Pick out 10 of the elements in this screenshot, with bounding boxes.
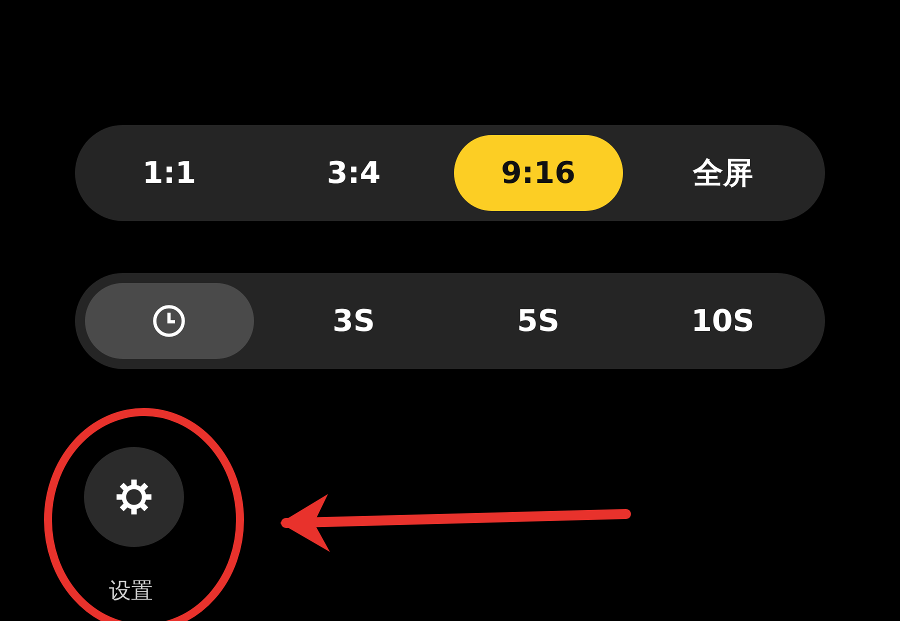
- aspect-ratio-tab[interactable]: 9:16: [454, 135, 622, 211]
- aspect-ratio-tab[interactable]: 1:1: [85, 135, 254, 211]
- aspect-ratio-tab[interactable]: 3:4: [270, 135, 438, 211]
- timer-tab[interactable]: 3S: [270, 283, 438, 359]
- aspect-ratio-tab[interactable]: 全屏: [638, 135, 807, 211]
- timer-tab[interactable]: 10S: [638, 283, 807, 359]
- settings-label: 设置: [109, 578, 153, 606]
- clock-icon: [151, 303, 188, 339]
- timer-tab[interactable]: 5S: [454, 283, 622, 359]
- timer-off-tab[interactable]: [85, 283, 254, 359]
